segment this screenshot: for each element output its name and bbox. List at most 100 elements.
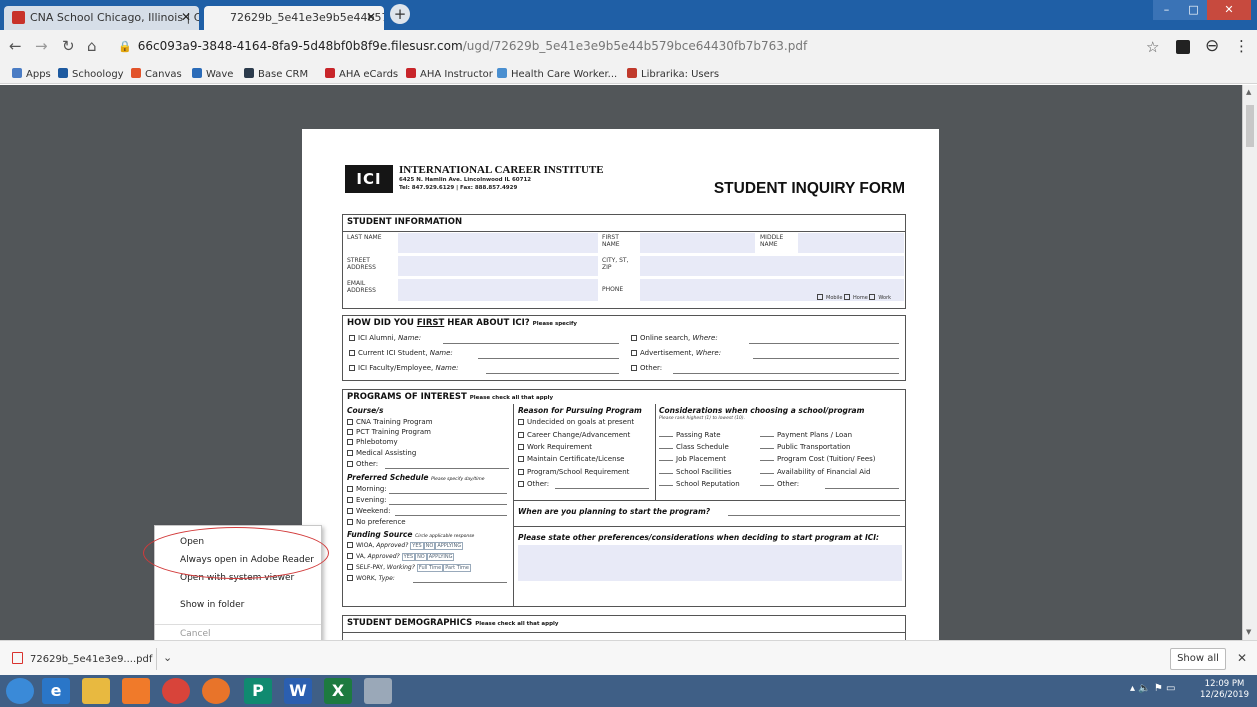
answer-line[interactable]: [413, 582, 507, 583]
reload-icon[interactable]: ↻: [62, 37, 75, 55]
menu-item-show-in-folder[interactable]: Show in folder: [180, 600, 244, 610]
bookmark-star-icon[interactable]: ☆: [1146, 38, 1159, 56]
checkbox[interactable]: [347, 508, 353, 514]
internet-explorer-icon[interactable]: e: [42, 678, 70, 704]
firefox-icon[interactable]: [202, 678, 230, 704]
chevron-down-icon[interactable]: ⌄: [163, 651, 172, 664]
address-bar[interactable]: 🔒 66c093a9-3848-4164-8fa9-5d48bf0b8f9e.fi…: [118, 39, 807, 53]
checkbox[interactable]: [349, 335, 355, 341]
address-toolbar: ← → ↻ ⌂ 🔒 66c093a9-3848-4164-8fa9-5d48bf0…: [0, 30, 1257, 64]
checkbox[interactable]: [518, 444, 524, 450]
home-icon[interactable]: ⌂: [87, 37, 97, 55]
checkbox[interactable]: [347, 429, 353, 435]
new-tab-button[interactable]: +: [390, 4, 410, 24]
bookmark-aha-instructor[interactable]: AHA Instructor: [406, 68, 493, 80]
media-player-icon[interactable]: [122, 678, 150, 704]
checkbox[interactable]: [817, 294, 823, 300]
checkbox[interactable]: [518, 432, 524, 438]
adobe-extension-icon[interactable]: [1176, 40, 1190, 54]
close-window-button[interactable]: ✕: [1207, 0, 1251, 20]
minimize-button[interactable]: –: [1153, 0, 1180, 20]
checkbox[interactable]: [518, 456, 524, 462]
scroll-up-icon[interactable]: ▲: [1246, 88, 1251, 96]
bookmark-canvas[interactable]: Canvas: [131, 68, 182, 80]
answer-line[interactable]: [728, 515, 900, 516]
city-field[interactable]: [640, 256, 904, 276]
bookmark-apps[interactable]: Apps: [12, 68, 51, 80]
last-name-field[interactable]: [398, 233, 598, 253]
download-filename[interactable]: 72629b_5e41e3e9....pdf: [30, 654, 152, 665]
answer-line[interactable]: [753, 358, 899, 359]
close-tab-icon[interactable]: ✕: [181, 10, 191, 24]
bookmark-schoology[interactable]: Schoology: [58, 68, 124, 80]
bookmark-health-care-worker[interactable]: Health Care Worker...: [497, 68, 617, 80]
bookmark-wave[interactable]: Wave: [192, 68, 233, 80]
answer-line[interactable]: [389, 504, 507, 505]
close-icon[interactable]: ✕: [1237, 651, 1247, 665]
email-field[interactable]: [398, 279, 598, 301]
file-explorer-icon[interactable]: [82, 678, 110, 704]
checkbox[interactable]: [631, 350, 637, 356]
tab-cna-school[interactable]: CNA School Chicago, Illinois | Ce ✕: [4, 6, 199, 30]
answer-line[interactable]: [749, 343, 899, 344]
checkbox[interactable]: [349, 350, 355, 356]
start-button[interactable]: [6, 678, 34, 704]
tab-pdf[interactable]: 72629b_5e41e3e9b5e44b579bc ✕: [204, 6, 384, 30]
first-name-field[interactable]: [640, 233, 755, 253]
menu-icon[interactable]: ⋮: [1234, 37, 1249, 55]
checkbox[interactable]: [347, 575, 353, 581]
street-address-field[interactable]: [398, 256, 598, 276]
close-tab-icon[interactable]: ✕: [366, 10, 376, 24]
checkbox[interactable]: [347, 419, 353, 425]
checkbox[interactable]: [347, 542, 353, 548]
scrollbar-thumb[interactable]: [1246, 105, 1254, 147]
checkbox[interactable]: [347, 450, 353, 456]
checkbox[interactable]: [631, 335, 637, 341]
clock[interactable]: 12:09 PM 12/26/2019: [1200, 679, 1249, 701]
answer-line[interactable]: [673, 373, 899, 374]
chrome-icon[interactable]: [162, 678, 190, 704]
checkbox[interactable]: [869, 294, 876, 300]
profile-icon[interactable]: ⊖: [1205, 36, 1219, 56]
checkbox[interactable]: [347, 486, 353, 492]
answer-line[interactable]: [395, 515, 507, 516]
back-icon[interactable]: ←: [9, 37, 22, 55]
answer-line[interactable]: [555, 488, 649, 489]
answer-line[interactable]: [443, 343, 619, 344]
checkbox[interactable]: [518, 419, 524, 425]
reason-option: Undecided on goals at present: [518, 418, 634, 426]
section-heading: HOW DID YOU FIRST HEAR ABOUT ICI? Please…: [347, 318, 578, 328]
menu-item-cancel[interactable]: Cancel: [180, 629, 211, 639]
checkbox[interactable]: [347, 461, 353, 467]
answer-line[interactable]: [486, 373, 619, 374]
show-all-button[interactable]: Show all: [1170, 648, 1226, 670]
answer-line[interactable]: [389, 493, 507, 494]
system-tray[interactable]: ▴ 🔈 ⚑ ▭: [1130, 683, 1175, 694]
checkbox[interactable]: [518, 469, 524, 475]
bookmark-librarika[interactable]: Librarika: Users: [627, 68, 719, 80]
scroll-down-icon[interactable]: ▼: [1246, 628, 1251, 636]
answer-line[interactable]: [385, 468, 509, 469]
excel-icon[interactable]: X: [324, 678, 352, 704]
checkbox[interactable]: [518, 481, 524, 487]
preferences-field[interactable]: [518, 545, 902, 581]
checkbox[interactable]: [347, 497, 353, 503]
bookmark-base-crm[interactable]: Base CRM: [244, 68, 308, 80]
checkbox[interactable]: [347, 553, 353, 559]
checkbox[interactable]: [844, 294, 850, 300]
maximize-button[interactable]: □: [1180, 0, 1207, 20]
checkbox[interactable]: [349, 365, 355, 371]
word-icon[interactable]: W: [284, 678, 312, 704]
forward-icon[interactable]: →: [35, 37, 48, 55]
checkbox[interactable]: [631, 365, 637, 371]
answer-line[interactable]: [825, 488, 899, 489]
vertical-scrollbar[interactable]: ▲ ▼: [1242, 85, 1257, 640]
bookmark-aha-ecards[interactable]: AHA eCards: [325, 68, 398, 80]
answer-line[interactable]: [478, 358, 619, 359]
middle-name-field[interactable]: [798, 233, 904, 253]
app-stack-icon[interactable]: [364, 678, 392, 704]
publisher-icon[interactable]: P: [244, 678, 272, 704]
checkbox[interactable]: [347, 519, 353, 525]
checkbox[interactable]: [347, 564, 353, 570]
checkbox[interactable]: [347, 439, 353, 445]
